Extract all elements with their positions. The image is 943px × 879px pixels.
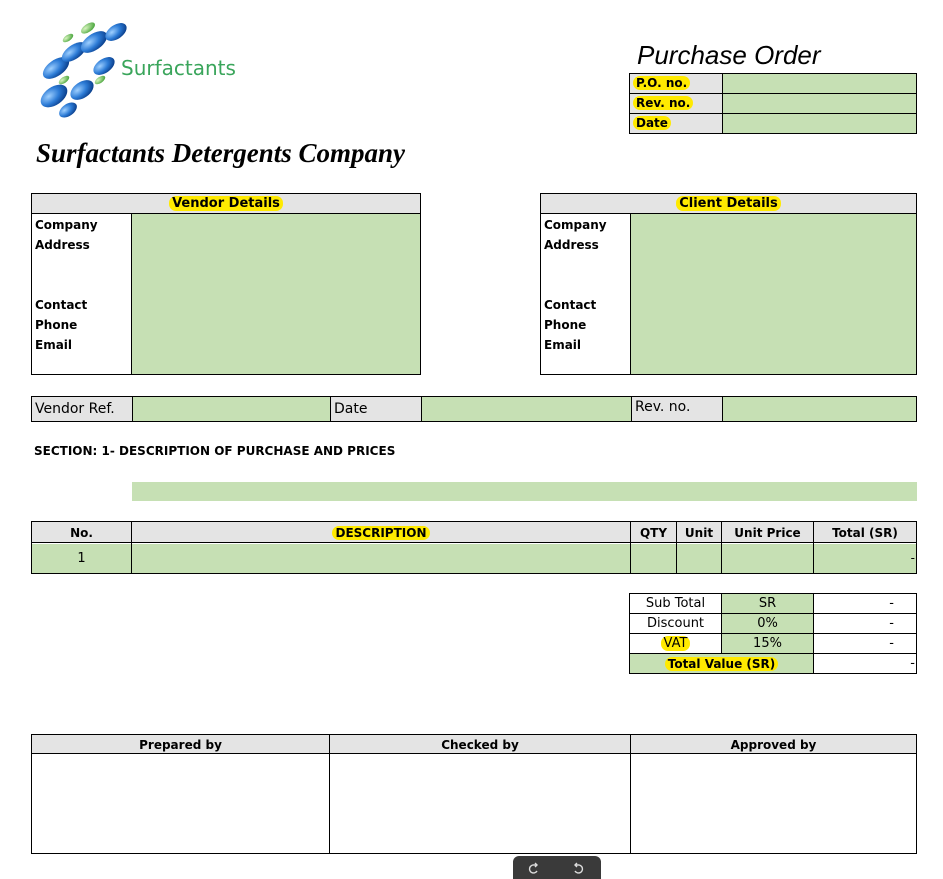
col-total-header: Total (SR) [832,525,898,540]
po-number-label: P.O. no. [633,76,691,90]
items-table: No. DESCRIPTION QTY Unit Unit Price Tota… [31,521,917,574]
section-input-bar[interactable] [132,482,917,501]
discount-label: Discount [646,616,705,631]
client-details-header: Client Details [676,196,781,211]
col-no-header: No. [70,525,93,540]
vendor-email-label: Email [35,338,73,352]
row-1-total: - [910,551,915,565]
date-field[interactable] [724,115,914,131]
vendor-phone-label: Phone [35,318,78,332]
ref-date-label: Date [330,397,421,421]
sub-total-value: - [889,596,894,611]
po-number-field[interactable] [724,76,914,92]
vendor-ref-label: Vendor Ref. [32,397,132,421]
vendor-details-header: Vendor Details [169,196,283,211]
surfactants-logo-icon [40,22,127,118]
vat-label: VAT [660,636,691,651]
logo-text: Surfactants [121,56,236,80]
checked-by-field[interactable] [330,755,630,853]
vendor-contact-label: Contact [35,298,88,312]
row-1-unit[interactable] [677,544,721,573]
client-phone-label: Phone [544,318,587,332]
total-value: - [910,656,915,671]
client-contact-label: Contact [544,298,597,312]
client-details-box: Client Details Company Address Contact P… [540,193,917,375]
vat-value: - [889,636,894,651]
checked-by-label: Checked by [441,737,519,752]
vendor-details-box: Vendor Details Company Address Contact P… [31,193,421,375]
sub-total-currency: SR [758,596,777,611]
col-description-header: DESCRIPTION [332,525,430,540]
rotate-right-icon[interactable] [567,859,589,879]
po-info-table: P.O. no. Rev. no. Date [629,73,917,134]
total-value-label: Total Value (SR) [664,656,779,671]
rotate-toolbar [513,856,601,879]
logo: Surfactants [34,20,244,120]
rotate-left-icon[interactable] [523,859,545,879]
reference-row: Vendor Ref. Date Rev. no. [31,396,917,422]
client-email-label: Email [544,338,582,352]
prepared-by-field[interactable] [32,755,329,853]
totals-table: Sub Total SR - Discount 0% - VAT 15% - T… [629,593,917,674]
approved-by-field[interactable] [631,755,916,853]
row-1-description[interactable] [132,544,630,573]
row-1-no: 1 [77,551,86,566]
row-1-unit-price[interactable] [722,544,813,573]
col-qty-header: QTY [639,525,668,540]
document-title: Purchase Order [637,40,821,70]
vat-percent[interactable]: 15% [722,634,813,653]
client-company-label: Company [544,218,607,232]
ref-rev-label: Rev. no. [631,397,722,421]
col-unit-header: Unit [684,525,714,540]
rev-number-field[interactable] [724,95,914,111]
client-address-label: Address [544,238,599,252]
vendor-address-label: Address [35,238,90,252]
section-title: SECTION: 1- DESCRIPTION OF PURCHASE AND … [34,444,396,458]
vendor-ref-field[interactable] [132,397,330,421]
row-1-qty[interactable] [631,544,676,573]
discount-value: - [889,616,894,631]
company-name: Surfactants Detergents Company [36,138,406,168]
rev-number-label: Rev. no. [633,96,694,110]
prepared-by-label: Prepared by [139,737,222,752]
vendor-company-label: Company [35,218,98,232]
client-details-field[interactable] [630,214,916,374]
date-label: Date [633,116,671,130]
vendor-details-field[interactable] [131,214,420,374]
signatures-table: Prepared by Checked by Approved by [31,734,917,854]
col-unit-price-header: Unit Price [734,525,801,540]
sub-total-label: Sub Total [645,596,706,611]
ref-date-field[interactable] [421,397,631,421]
discount-percent[interactable]: 0% [722,614,813,633]
ref-rev-field[interactable] [722,397,916,421]
approved-by-label: Approved by [730,737,817,752]
